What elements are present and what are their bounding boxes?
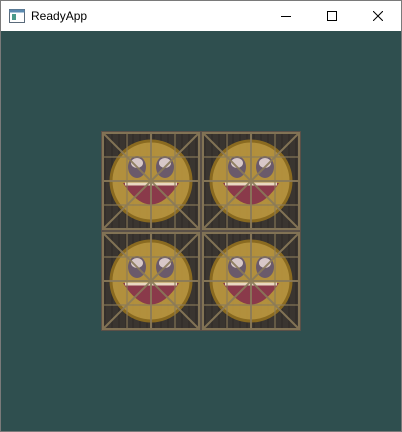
texture-tile <box>101 231 201 331</box>
texture-tile <box>101 131 201 231</box>
texture-tile <box>201 131 301 231</box>
close-icon <box>373 11 383 21</box>
title-bar[interactable]: ReadyApp <box>1 1 401 31</box>
crate-face-texture <box>201 231 301 331</box>
close-button[interactable] <box>355 1 401 31</box>
window-title: ReadyApp <box>31 9 88 23</box>
texture-tile <box>201 231 301 331</box>
app-window: ReadyApp <box>0 0 402 432</box>
textured-quad <box>101 131 301 331</box>
minimize-icon <box>281 16 291 17</box>
crate-face-texture <box>101 231 201 331</box>
crate-face-texture <box>201 131 301 231</box>
crate-face-texture <box>101 131 201 231</box>
maximize-button[interactable] <box>309 1 355 31</box>
app-window-icon <box>9 9 25 23</box>
minimize-button[interactable] <box>263 1 309 31</box>
render-viewport[interactable] <box>1 31 401 431</box>
maximize-icon <box>327 11 337 21</box>
